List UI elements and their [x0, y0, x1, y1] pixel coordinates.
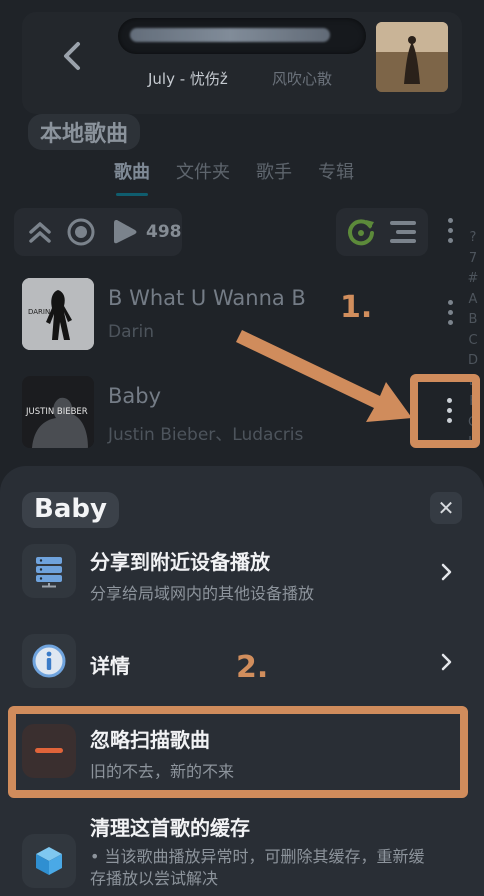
- minus-icon: [35, 748, 63, 753]
- annotation-step-2: 2.: [236, 650, 269, 685]
- play-icon: [114, 220, 137, 244]
- highlight-box-ignore: [8, 706, 468, 798]
- song-artist: Darin: [108, 322, 154, 342]
- close-icon: ✕: [437, 496, 455, 520]
- dot-icon: [447, 300, 453, 305]
- close-button[interactable]: ✕: [430, 492, 462, 524]
- more-options-button[interactable]: [446, 218, 454, 243]
- option-icon: [22, 724, 76, 778]
- tab-bar: 歌曲 文件夹 歌手 专辑: [114, 158, 354, 196]
- alpha-letter[interactable]: A: [469, 290, 478, 311]
- double-chevron-up-icon: [29, 222, 51, 243]
- album-cover: DARIN: [22, 278, 94, 350]
- song-title[interactable]: Baby: [108, 384, 161, 408]
- now-playing-cover[interactable]: [376, 22, 448, 92]
- now-playing-progress[interactable]: [118, 18, 366, 54]
- dot-icon: [446, 398, 452, 403]
- tab-artists[interactable]: 歌手: [256, 158, 292, 188]
- cube-icon: [36, 847, 62, 875]
- song-more-button[interactable]: [445, 398, 453, 423]
- option-subtitle: 分享给局域网内的其他设备播放: [90, 584, 315, 603]
- alpha-letter[interactable]: D: [468, 351, 478, 372]
- page-title: 本地歌曲: [28, 114, 141, 150]
- album-cover: JUSTIN BIEBER: [22, 376, 94, 448]
- info-icon: [32, 644, 66, 678]
- option-label[interactable]: 忽略扫描歌曲: [90, 724, 210, 753]
- now-playing-artist: 风吹心散: [272, 70, 333, 88]
- tab-songs[interactable]: 歌曲: [114, 158, 150, 196]
- alpha-letter[interactable]: B: [469, 310, 478, 331]
- option-label[interactable]: 详情: [90, 650, 130, 679]
- alpha-letter[interactable]: ?: [470, 228, 477, 249]
- option-subtitle: 旧的不去，新的不来: [90, 762, 235, 781]
- song-count: 498: [146, 222, 182, 242]
- chevron-right-icon[interactable]: [436, 562, 456, 582]
- alpha-letter[interactable]: C: [468, 331, 477, 352]
- tab-albums[interactable]: 专辑: [318, 158, 354, 188]
- chevron-right-icon[interactable]: [436, 652, 456, 672]
- refresh-icon: [348, 219, 374, 246]
- refresh-button[interactable]: [346, 217, 376, 247]
- option-icon: [22, 544, 76, 598]
- play-all-button[interactable]: [110, 216, 140, 248]
- alpha-letter[interactable]: #: [468, 269, 479, 290]
- dot-icon: [447, 218, 453, 223]
- annotation-arrow-icon: [236, 330, 412, 422]
- now-playing-title: July - 忧伤ž: [148, 70, 228, 88]
- scroll-top-button[interactable]: [26, 218, 54, 246]
- target-icon: [67, 218, 95, 246]
- back-button[interactable]: [50, 34, 94, 78]
- alpha-letter[interactable]: 7: [469, 249, 477, 270]
- option-label[interactable]: 分享到附近设备播放: [90, 546, 270, 575]
- annotation-step-1: 1.: [340, 290, 373, 325]
- song-title[interactable]: B What U Wanna B: [108, 286, 306, 310]
- sheet-title: Baby: [22, 492, 119, 528]
- server-icon: [36, 557, 62, 588]
- sort-button[interactable]: [388, 218, 418, 246]
- chevron-left-icon: [64, 42, 80, 70]
- svg-text:JUSTIN BIEBER: JUSTIN BIEBER: [25, 407, 88, 417]
- menu-lines-icon: [390, 221, 416, 243]
- option-icon: [22, 634, 76, 688]
- option-subtitle: • 当该歌曲播放异常时，可删除其缓存，重新缓存播放以尝试解决: [90, 847, 425, 888]
- locate-current-button[interactable]: [66, 217, 96, 247]
- svg-text:DARIN: DARIN: [28, 308, 50, 316]
- song-more-button[interactable]: [446, 300, 454, 325]
- option-icon: [22, 834, 76, 888]
- tab-folders[interactable]: 文件夹: [176, 158, 230, 188]
- option-label[interactable]: 清理这首歌的缓存: [90, 812, 250, 841]
